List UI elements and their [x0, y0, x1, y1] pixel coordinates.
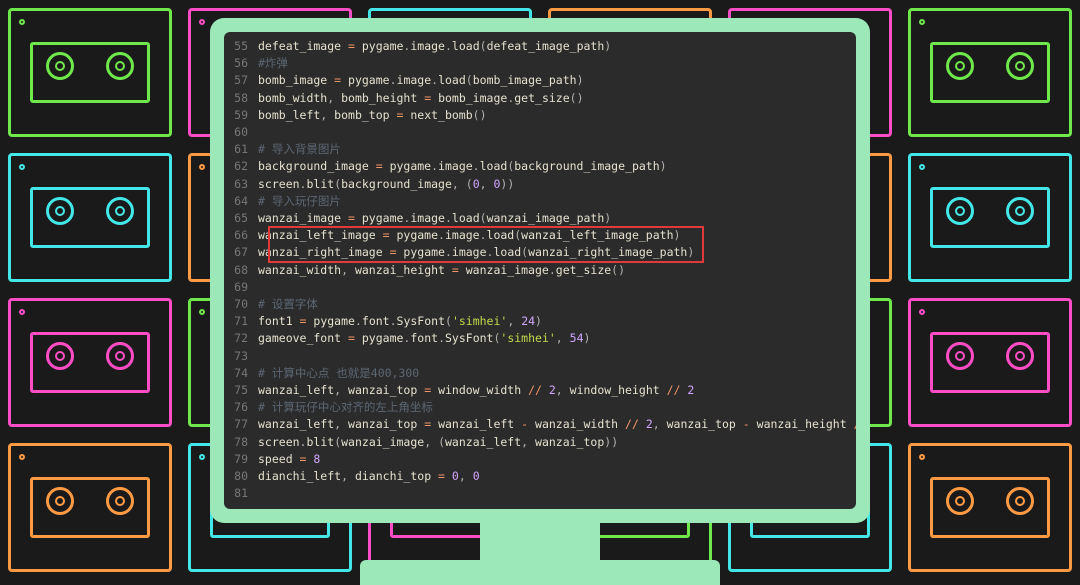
- code-line[interactable]: 81: [224, 485, 856, 502]
- line-number: 67: [224, 244, 258, 261]
- code-line[interactable]: 68wanzai_width, wanzai_height = wanzai_i…: [224, 262, 856, 279]
- line-number: 73: [224, 348, 258, 365]
- line-number: 58: [224, 90, 258, 107]
- line-number: 60: [224, 124, 258, 141]
- line-number: 70: [224, 296, 258, 313]
- code-line[interactable]: 80dianchi_left, dianchi_top = 0, 0: [224, 468, 856, 485]
- code-line[interactable]: 77wanzai_left, wanzai_top = wanzai_left …: [224, 416, 856, 433]
- line-number: 66: [224, 227, 258, 244]
- code-line[interactable]: 75wanzai_left, wanzai_top = window_width…: [224, 382, 856, 399]
- cassette-icon: [8, 153, 172, 282]
- code-line[interactable]: 78screen.blit(wanzai_image, (wanzai_left…: [224, 434, 856, 451]
- code-content: bomb_image = pygame.image.load(bomb_imag…: [258, 72, 856, 89]
- cassette-icon: [908, 153, 1072, 282]
- line-number: 71: [224, 313, 258, 330]
- line-number: 63: [224, 176, 258, 193]
- code-content: dianchi_left, dianchi_top = 0, 0: [258, 468, 856, 485]
- code-content: screen.blit(background_image, (0, 0)): [258, 176, 856, 193]
- code-content: # 计算中心点 也就是400,300: [258, 365, 856, 382]
- code-line[interactable]: 67wanzai_right_image = pygame.image.load…: [224, 244, 856, 261]
- line-number: 64: [224, 193, 258, 210]
- code-content: gameove_font = pygame.font.SysFont('simh…: [258, 330, 856, 347]
- line-number: 57: [224, 72, 258, 89]
- code-content: wanzai_left_image = pygame.image.load(wa…: [258, 227, 856, 244]
- code-line[interactable]: 62background_image = pygame.image.load(b…: [224, 158, 856, 175]
- code-content: wanzai_left, wanzai_top = window_width /…: [258, 382, 856, 399]
- code-content: # 计算玩仔中心对齐的左上角坐标: [258, 399, 856, 416]
- cassette-icon: [908, 443, 1072, 572]
- line-number: 76: [224, 399, 258, 416]
- code-line[interactable]: 79speed = 8: [224, 451, 856, 468]
- line-number: 72: [224, 330, 258, 347]
- code-line[interactable]: 66wanzai_left_image = pygame.image.load(…: [224, 227, 856, 244]
- cassette-icon: [8, 298, 172, 427]
- line-number: 79: [224, 451, 258, 468]
- code-line[interactable]: 70# 设置字体: [224, 296, 856, 313]
- code-line[interactable]: 61# 导入背景图片: [224, 141, 856, 158]
- code-line[interactable]: 69: [224, 279, 856, 296]
- code-line[interactable]: 58bomb_width, bomb_height = bomb_image.g…: [224, 90, 856, 107]
- line-number: 62: [224, 158, 258, 175]
- code-content: wanzai_left, wanzai_top = wanzai_left - …: [258, 416, 856, 433]
- code-line[interactable]: 72gameove_font = pygame.font.SysFont('si…: [224, 330, 856, 347]
- code-line[interactable]: 73: [224, 348, 856, 365]
- code-line[interactable]: 63screen.blit(background_image, (0, 0)): [224, 176, 856, 193]
- line-number: 61: [224, 141, 258, 158]
- line-number: 65: [224, 210, 258, 227]
- code-content: [258, 485, 856, 502]
- line-number: 75: [224, 382, 258, 399]
- code-line[interactable]: 56#炸弹: [224, 55, 856, 72]
- code-line[interactable]: 57bomb_image = pygame.image.load(bomb_im…: [224, 72, 856, 89]
- line-number: 81: [224, 485, 258, 502]
- code-editor[interactable]: 55defeat_image = pygame.image.load(defea…: [224, 32, 856, 509]
- code-content: #炸弹: [258, 55, 856, 72]
- code-content: bomb_width, bomb_height = bomb_image.get…: [258, 90, 856, 107]
- line-number: 55: [224, 38, 258, 55]
- code-line[interactable]: 76# 计算玩仔中心对齐的左上角坐标: [224, 399, 856, 416]
- cassette-icon: [908, 8, 1072, 137]
- line-number: 59: [224, 107, 258, 124]
- code-content: bomb_left, bomb_top = next_bomb(): [258, 107, 856, 124]
- code-content: # 设置字体: [258, 296, 856, 313]
- cassette-icon: [8, 8, 172, 137]
- code-line[interactable]: 64# 导入玩仔图片: [224, 193, 856, 210]
- line-number: 69: [224, 279, 258, 296]
- code-line[interactable]: 65wanzai_image = pygame.image.load(wanza…: [224, 210, 856, 227]
- code-content: background_image = pygame.image.load(bac…: [258, 158, 856, 175]
- line-number: 68: [224, 262, 258, 279]
- code-content: wanzai_image = pygame.image.load(wanzai_…: [258, 210, 856, 227]
- code-content: wanzai_width, wanzai_height = wanzai_ima…: [258, 262, 856, 279]
- code-line[interactable]: 60: [224, 124, 856, 141]
- code-content: screen.blit(wanzai_image, (wanzai_left, …: [258, 434, 856, 451]
- code-line[interactable]: 71font1 = pygame.font.SysFont('simhei', …: [224, 313, 856, 330]
- code-content: # 导入背景图片: [258, 141, 856, 158]
- line-number: 74: [224, 365, 258, 382]
- line-number: 80: [224, 468, 258, 485]
- code-line[interactable]: 74# 计算中心点 也就是400,300: [224, 365, 856, 382]
- code-content: speed = 8: [258, 451, 856, 468]
- code-content: defeat_image = pygame.image.load(defeat_…: [258, 38, 856, 55]
- line-number: 77: [224, 416, 258, 433]
- monitor-stand: [480, 518, 600, 578]
- line-number: 78: [224, 434, 258, 451]
- code-line[interactable]: 59bomb_left, bomb_top = next_bomb(): [224, 107, 856, 124]
- monitor-frame: 55defeat_image = pygame.image.load(defea…: [210, 18, 870, 523]
- code-content: wanzai_right_image = pygame.image.load(w…: [258, 244, 856, 261]
- cassette-icon: [908, 298, 1072, 427]
- code-content: [258, 124, 856, 141]
- code-content: # 导入玩仔图片: [258, 193, 856, 210]
- code-content: [258, 279, 856, 296]
- cassette-icon: [8, 443, 172, 572]
- code-content: font1 = pygame.font.SysFont('simhei', 24…: [258, 313, 856, 330]
- code-line[interactable]: 55defeat_image = pygame.image.load(defea…: [224, 38, 856, 55]
- code-content: [258, 348, 856, 365]
- line-number: 56: [224, 55, 258, 72]
